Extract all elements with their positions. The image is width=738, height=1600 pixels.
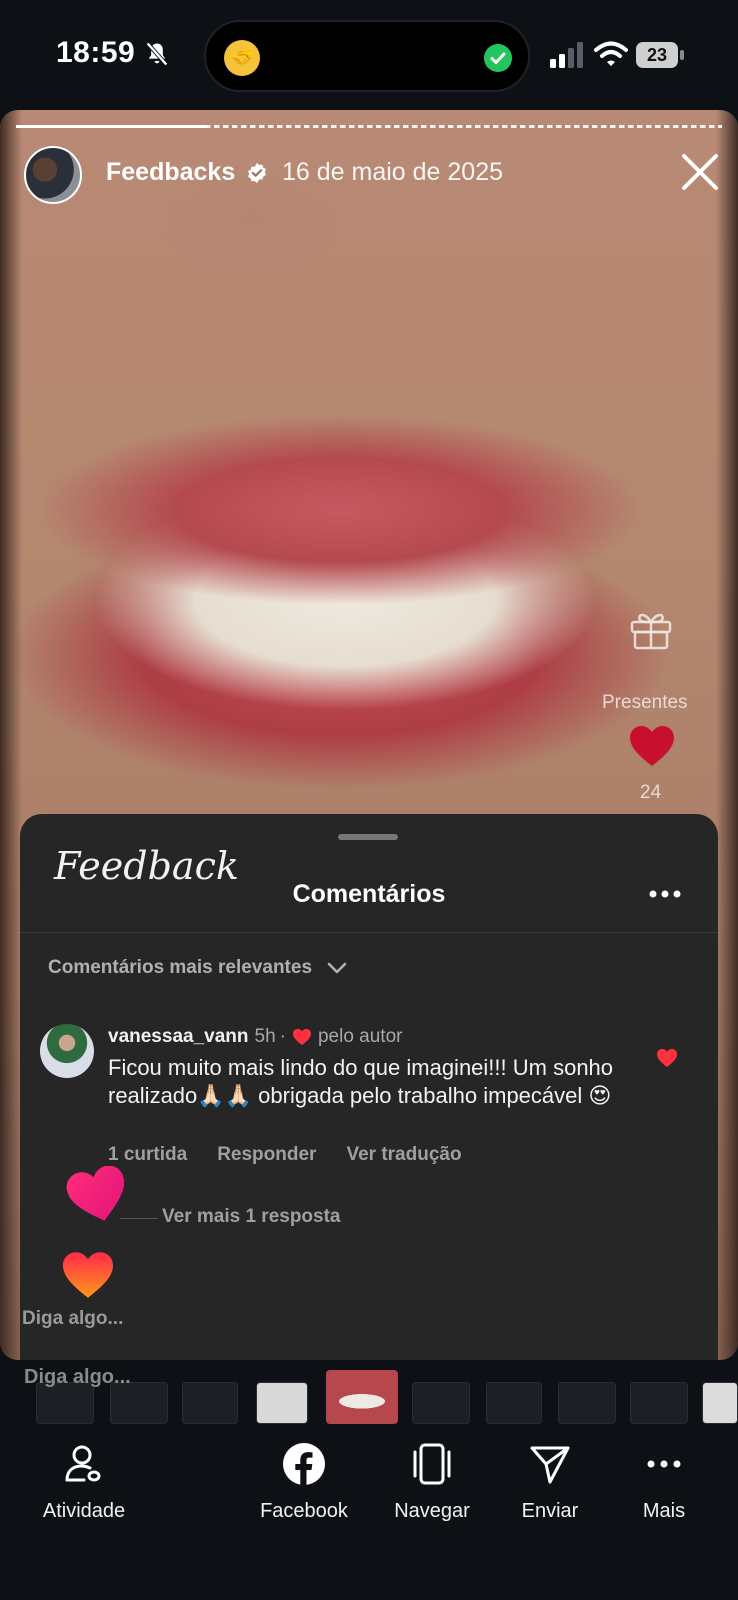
chevron-down-icon	[327, 962, 347, 974]
nav-label-browse: Navegar	[394, 1500, 470, 1522]
nav-label-facebook: Facebook	[260, 1500, 348, 1522]
handshake-emoji-icon: 🤝	[224, 40, 260, 76]
nav-label-more: Mais	[642, 1500, 686, 1522]
comment-time: 5h	[254, 1026, 276, 1047]
battery-icon: 23	[636, 42, 686, 68]
status-time: 18:59	[56, 36, 136, 69]
floating-heart-pink-icon	[66, 1166, 125, 1221]
activity-people-icon	[65, 1445, 101, 1482]
more-dots-icon	[647, 1460, 681, 1468]
account-avatar[interactable]	[24, 146, 82, 204]
story-thumbnail[interactable]	[412, 1382, 470, 1424]
gift-icon[interactable]	[628, 606, 674, 652]
nav-item-facebook[interactable]: Facebook	[244, 1432, 364, 1523]
nav-item-activity[interactable]: Atividade	[24, 1432, 144, 1523]
author-like-label: pelo autor	[317, 1026, 403, 1047]
view-replies-button[interactable]: Ver mais 1 resposta	[162, 1206, 341, 1228]
reply-button[interactable]: Responder	[217, 1144, 316, 1166]
comment-input[interactable]: Diga algo...	[22, 1308, 123, 1330]
comment-username[interactable]: vanessaa_vann	[108, 1026, 249, 1048]
nav-label-activity: Atividade	[42, 1500, 126, 1522]
sort-filter[interactable]: Comentários mais relevantes	[48, 954, 348, 982]
story-edge-right	[716, 110, 738, 1360]
account-name[interactable]: Feedbacks	[106, 158, 235, 187]
story-thumbnail-active[interactable]	[326, 1370, 398, 1424]
comments-sheet[interactable]: Feedback Comentários Comentários mais re…	[20, 814, 718, 1360]
sort-label: Comentários mais relevantes	[48, 957, 313, 978]
sheet-title: Comentários	[292, 880, 446, 908]
nav-label-send: Enviar	[521, 1500, 579, 1522]
story-thumbnail[interactable]	[630, 1382, 688, 1424]
more-options-icon[interactable]	[648, 888, 682, 900]
replies-divider-line	[120, 1218, 158, 1219]
like-count: 24	[640, 782, 662, 803]
nav-item-send[interactable]: Enviar	[490, 1432, 610, 1523]
wifi-icon	[594, 41, 628, 66]
battery-tip	[680, 50, 684, 60]
see-translation-button[interactable]: Ver tradução	[346, 1144, 461, 1166]
status-bar: 18:59 🤝 23	[0, 0, 738, 110]
story-thumbnail[interactable]	[486, 1382, 542, 1424]
comment-likes-count[interactable]: 1 curtida	[108, 1144, 187, 1166]
story-thumbnail[interactable]	[182, 1382, 238, 1424]
story-progress-fill	[16, 125, 207, 128]
post-date: 16 de maio de 2025	[282, 158, 504, 186]
bell-muted-icon	[146, 42, 168, 66]
browse-cards-icon	[413, 1443, 451, 1485]
send-paper-plane-icon	[530, 1446, 570, 1484]
comment-like-heart-icon[interactable]	[656, 1048, 678, 1068]
close-icon[interactable]	[680, 152, 720, 192]
bottom-nav: Atividade Facebook Navegar Enviar Mais	[0, 1432, 738, 1600]
story-thumbnail[interactable]	[256, 1382, 308, 1424]
check-circle-icon	[484, 44, 512, 72]
floating-heart-orange-icon	[63, 1252, 113, 1298]
comment-actions: 1 curtida Responder Ver tradução	[108, 1144, 492, 1166]
gifts-label[interactable]: Presentes	[602, 692, 688, 714]
comment-text: Ficou muito mais lindo do que imaginei!!…	[108, 1055, 614, 1108]
signal-icon	[550, 42, 583, 68]
comment-separator: ·	[279, 1026, 286, 1047]
comment-avatar[interactable]	[40, 1024, 94, 1078]
comment-meta: vanessaa_vann 5h · pelo autor	[108, 1024, 402, 1050]
verified-badge-icon	[248, 162, 266, 184]
like-heart-icon[interactable]	[628, 724, 676, 768]
story-thumbnail[interactable]	[558, 1382, 616, 1424]
sheet-drag-handle[interactable]	[338, 834, 398, 840]
facebook-icon	[283, 1443, 325, 1485]
sheet-divider	[20, 932, 718, 933]
story-thumbnail[interactable]	[702, 1382, 738, 1424]
story-edge-left	[0, 110, 22, 1360]
dynamic-island[interactable]: 🤝	[204, 20, 530, 92]
author-heart-icon	[292, 1028, 311, 1046]
comment-input-placeholder: Diga algo...	[24, 1366, 131, 1388]
battery-level: 23	[636, 42, 678, 68]
nav-item-more[interactable]: Mais	[604, 1432, 724, 1523]
nav-item-browse[interactable]: Navegar	[372, 1432, 492, 1523]
